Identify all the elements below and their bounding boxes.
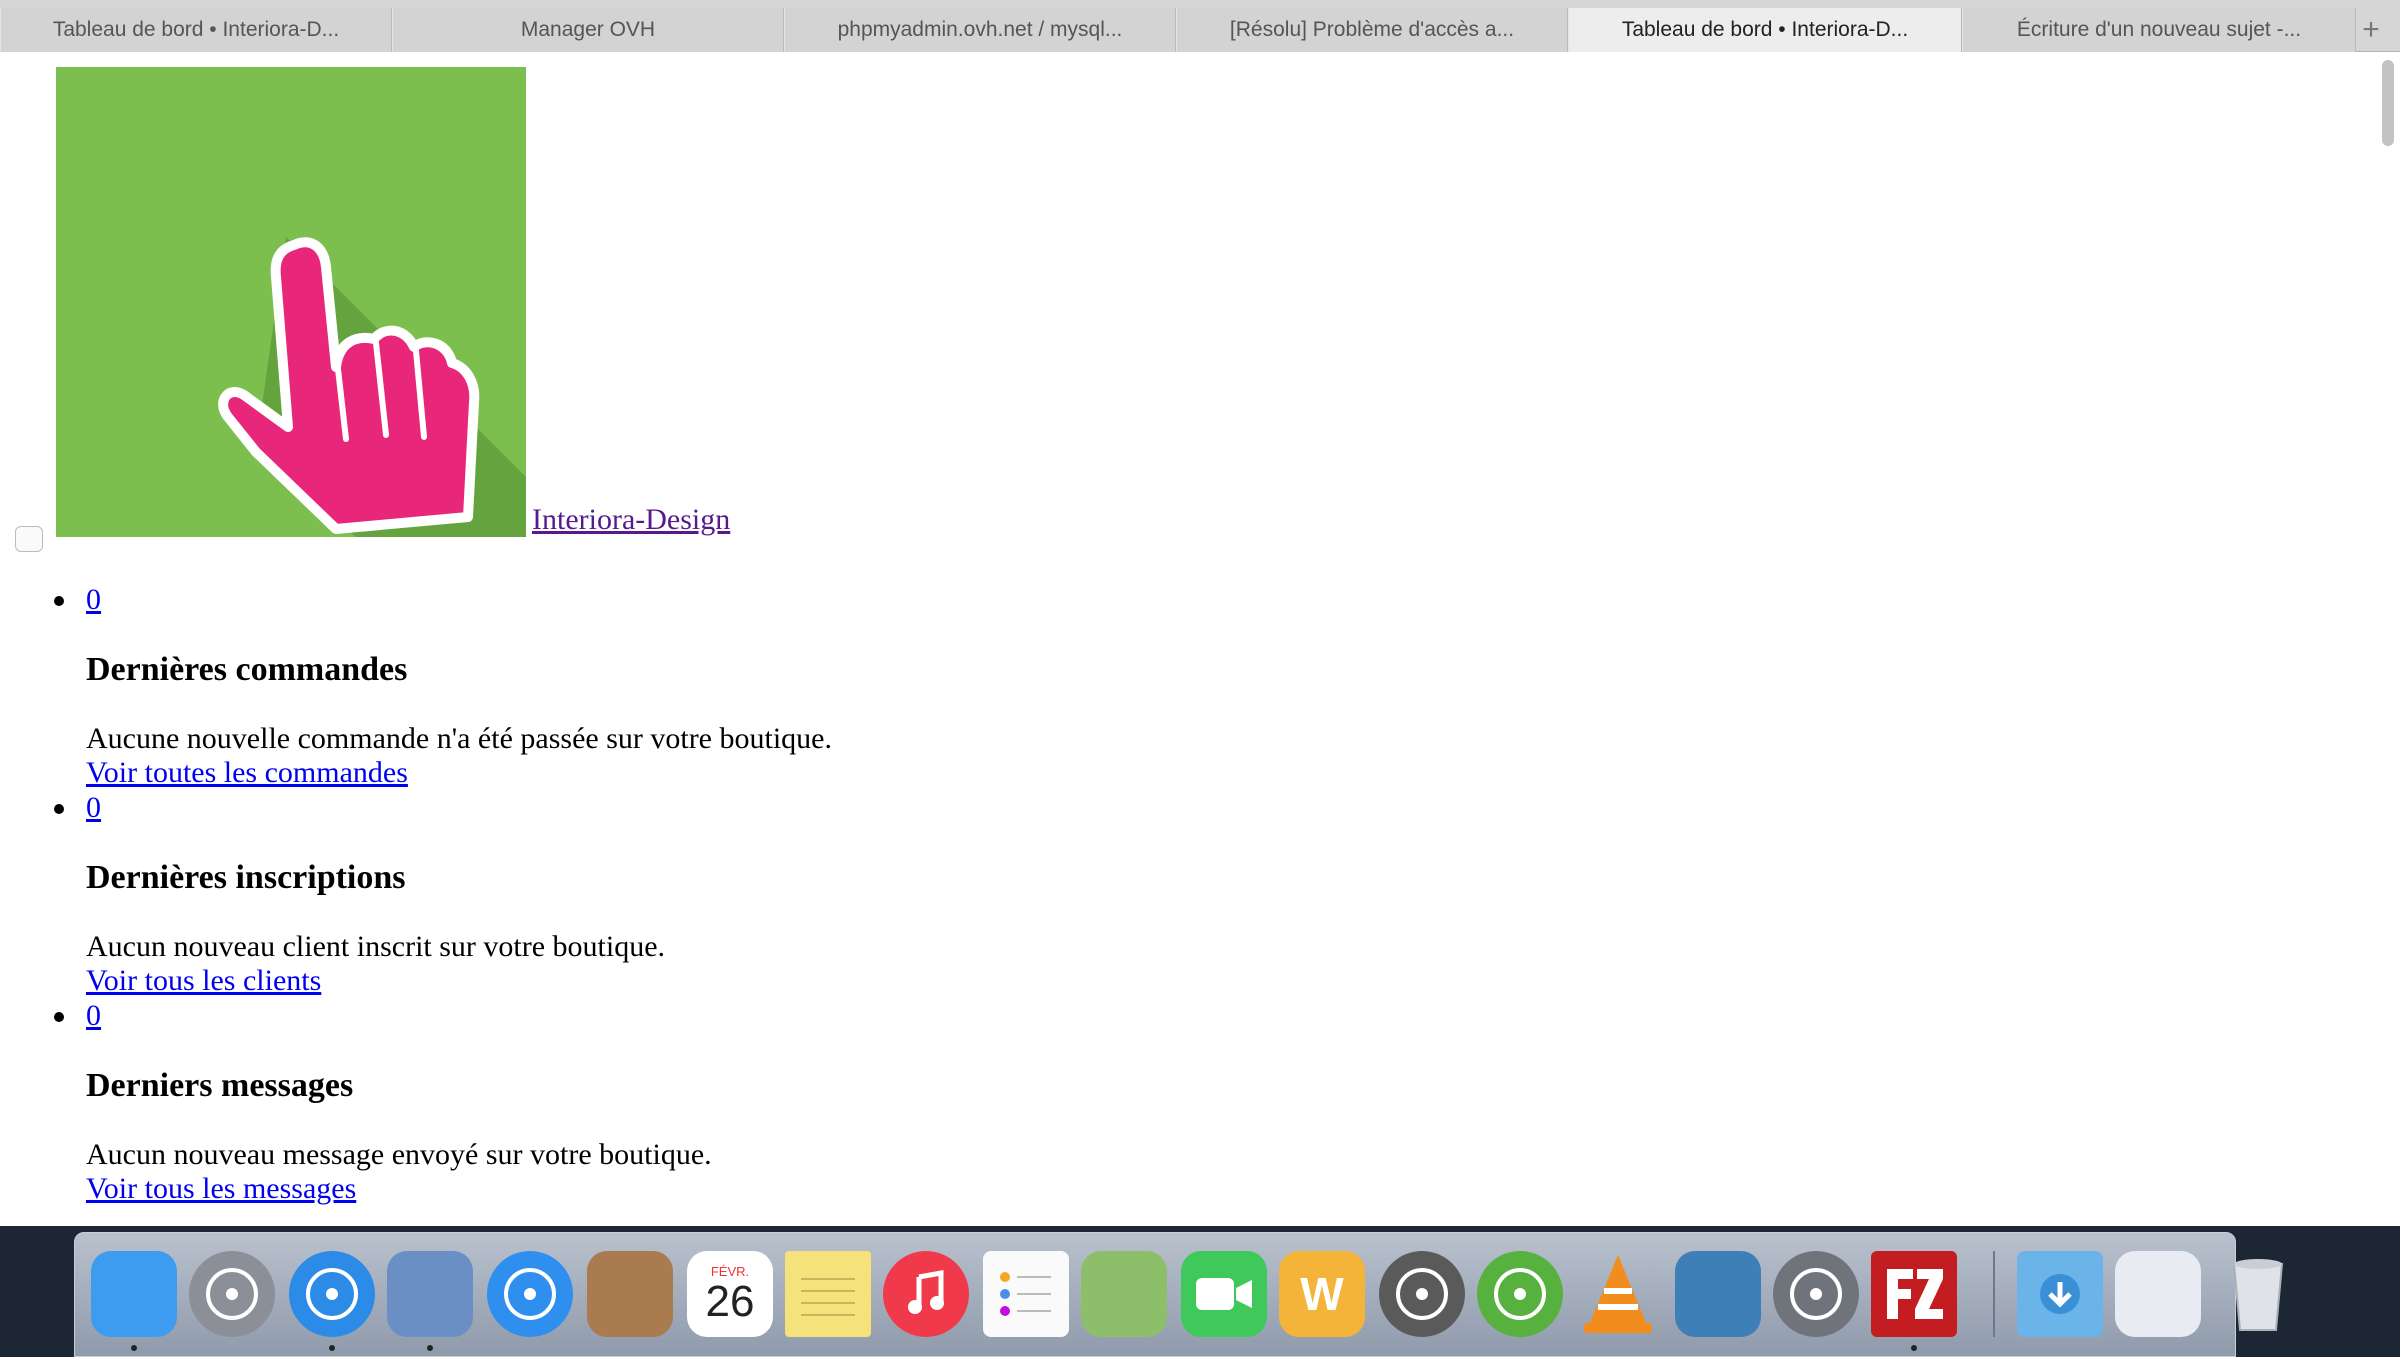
tab-phpmyadmin[interactable]: phpmyadmin.ovh.net / mysql... — [784, 8, 1176, 52]
tab-label: Tableau de bord • Interiora-D... — [1621, 18, 1909, 41]
screenshot-stack-icon[interactable] — [2115, 1251, 2201, 1337]
tab-label: Manager OVH — [520, 18, 656, 41]
list-item-signups: 0 Dernières inscriptions Aucun nouveau c… — [54, 790, 832, 998]
tab-label: [Résolu] Problème d'accès a... — [1229, 18, 1515, 41]
bullet — [54, 1012, 64, 1022]
maps-icon[interactable] — [1081, 1251, 1167, 1337]
page-content: Interiora-Design 0 Dernières commandes A… — [0, 52, 2400, 1226]
tab-tableau-de-bord-active[interactable]: Tableau de bord • Interiora-D... — [1568, 8, 1962, 52]
signups-heading: Dernières inscriptions — [86, 859, 406, 896]
tab-resolu-probleme[interactable]: [Résolu] Problème d'accès a... — [1176, 8, 1568, 52]
system-preferences-icon[interactable] — [1773, 1251, 1859, 1337]
tab-bar: Tableau de bord • Interiora-D... Manager… — [0, 0, 2400, 52]
signups-message: Aucun nouveau client inscrit sur votre b… — [86, 930, 666, 963]
dock: FÉVR. 26 W — [74, 1232, 2284, 1357]
tab-label: Écriture d'un nouveau sujet -... — [2016, 18, 2302, 41]
downloads-folder-icon[interactable] — [2017, 1251, 2103, 1337]
tab-ecriture-sujet[interactable]: Écriture d'un nouveau sujet -... — [1962, 8, 2356, 52]
tab-label: Tableau de bord • Interiora-D... — [52, 18, 340, 41]
finder-icon[interactable] — [91, 1251, 177, 1337]
messages-message: Aucun nouveau message envoyé sur votre b… — [86, 1138, 712, 1171]
dashboard-list: 0 Dernières commandes Aucune nouvelle co… — [54, 582, 832, 1206]
logo-image — [56, 67, 526, 537]
itunes-icon[interactable] — [883, 1251, 969, 1337]
wunderlist-icon[interactable]: W — [1279, 1251, 1365, 1337]
macpaw-icon[interactable] — [1379, 1251, 1465, 1337]
vlc-icon[interactable] — [1575, 1251, 1661, 1337]
orders-message: Aucune nouvelle commande n'a été passée … — [86, 722, 832, 755]
launchpad-icon[interactable] — [189, 1251, 275, 1337]
running-indicator — [427, 1345, 433, 1351]
list-item-messages: 0 Derniers messages Aucun nouveau messag… — [54, 998, 832, 1206]
pointing-hand-icon — [56, 67, 526, 537]
list-item-orders: 0 Dernières commandes Aucune nouvelle co… — [54, 582, 832, 790]
bullet — [54, 596, 64, 606]
tab-manager-ovh[interactable]: Manager OVH — [392, 8, 784, 52]
calendar-day: 26 — [705, 1276, 755, 1326]
trash-icon[interactable] — [2215, 1251, 2301, 1337]
utorrent-icon[interactable] — [1477, 1251, 1563, 1337]
reminders-icon[interactable] — [983, 1251, 1069, 1337]
view-all-orders-link[interactable]: Voir toutes les commandes — [86, 756, 832, 790]
scrollbar[interactable] — [2382, 60, 2394, 146]
plus-icon: + — [2362, 13, 2380, 46]
tab-label: phpmyadmin.ovh.net / mysql... — [837, 18, 1123, 41]
orders-count-link[interactable]: 0 — [86, 582, 832, 618]
messages-count-link[interactable]: 0 — [86, 998, 832, 1034]
running-indicator — [1911, 1345, 1917, 1351]
filezilla-icon[interactable] — [1871, 1251, 1957, 1337]
signups-count-link[interactable]: 0 — [86, 790, 832, 826]
safari-icon[interactable] — [289, 1251, 375, 1337]
facetime-icon[interactable] — [1181, 1251, 1267, 1337]
messages-heading: Derniers messages — [86, 1067, 354, 1104]
notes-icon[interactable] — [785, 1251, 871, 1337]
image-capture-icon[interactable] — [1675, 1251, 1761, 1337]
tab-tableau-de-bord-1[interactable]: Tableau de bord • Interiora-D... — [0, 8, 392, 52]
logo-text[interactable]: Interiora-Design — [532, 503, 730, 536]
contacts-icon[interactable] — [587, 1251, 673, 1337]
calendar-icon[interactable]: FÉVR. 26 — [687, 1251, 773, 1337]
mail-icon[interactable] — [387, 1251, 473, 1337]
logo-link[interactable]: Interiora-Design — [56, 67, 730, 537]
bullet — [54, 804, 64, 814]
orders-heading: Dernières commandes — [86, 651, 408, 688]
running-indicator — [329, 1345, 335, 1351]
menu-toggle-checkbox[interactable] — [15, 526, 43, 552]
running-indicator — [131, 1345, 137, 1351]
view-all-messages-link[interactable]: Voir tous les messages — [86, 1172, 832, 1206]
dock-separator — [1993, 1251, 1995, 1337]
view-all-clients-link[interactable]: Voir tous les clients — [86, 964, 832, 998]
app-store-icon[interactable] — [487, 1251, 573, 1337]
new-tab-button[interactable]: + — [2356, 8, 2386, 52]
